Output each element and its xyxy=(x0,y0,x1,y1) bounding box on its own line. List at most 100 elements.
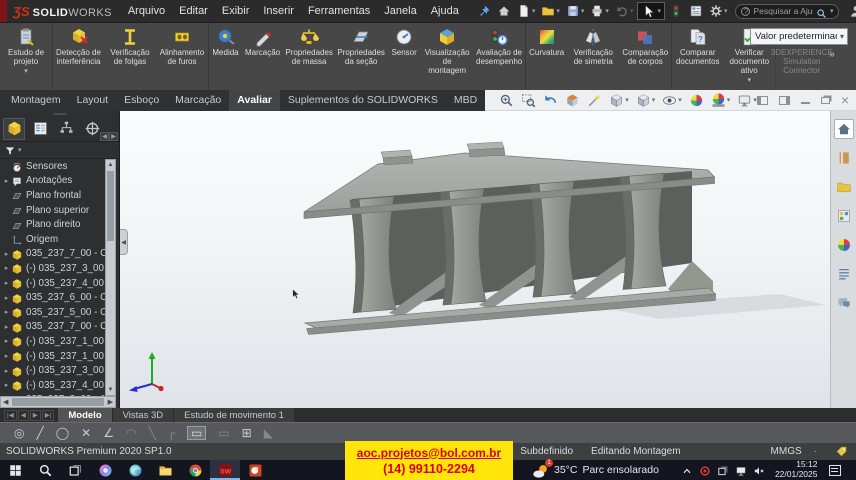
menu-item[interactable]: Arquivo xyxy=(122,3,171,19)
ribbon-button[interactable]: Estudo de projeto xyxy=(0,23,52,89)
taskbar-app-button[interactable] xyxy=(210,460,240,480)
graphics-viewport[interactable] xyxy=(120,111,856,408)
tree-item[interactable]: (-) 035_237_3_00 - Ch xyxy=(0,261,105,276)
tree-item[interactable]: (-) 035_237_3_00 - Ch xyxy=(0,363,105,378)
ribbon-button[interactable]: Marcação xyxy=(242,23,283,89)
tree-item[interactable]: Plano direito xyxy=(0,217,105,232)
command-tab[interactable]: Marcação xyxy=(167,90,229,111)
expand-arrow-icon[interactable] xyxy=(2,177,11,185)
tab-nav-arrow[interactable]: ◀ xyxy=(18,410,29,421)
command-tab[interactable]: Esboço xyxy=(116,90,167,111)
expand-arrow-icon[interactable] xyxy=(2,367,11,375)
ribbon-button[interactable]: Visualização de montagem xyxy=(421,23,473,89)
menu-item[interactable]: Janela xyxy=(378,3,422,19)
command-tab[interactable]: Avaliar xyxy=(229,90,280,111)
heads-up-tool[interactable] xyxy=(711,93,731,108)
tree-item[interactable]: 035_237_7_00 - Chap xyxy=(0,320,105,335)
expand-arrow-icon[interactable] xyxy=(2,308,11,316)
quick-toolbar-button[interactable] xyxy=(637,2,665,20)
task-pane-tab[interactable] xyxy=(834,206,854,226)
menu-item[interactable]: Ferramentas xyxy=(302,3,376,19)
tray-icon[interactable] xyxy=(717,464,729,476)
sketch-tool-icon[interactable]: ◎ xyxy=(14,427,24,439)
ribbon-button[interactable]: Propriedades da seção xyxy=(335,23,387,89)
tree-item[interactable]: 035_237_6_00 - Chap xyxy=(0,290,105,305)
arrow-right-icon[interactable]: ▶ xyxy=(109,132,118,141)
sketch-tool-icon[interactable]: ┌ xyxy=(168,427,175,439)
ribbon-button[interactable]: Sensor xyxy=(387,23,421,89)
arrow-left-icon[interactable]: ◀ xyxy=(100,132,109,141)
sketch-tool-icon[interactable]: ╱ xyxy=(36,427,43,439)
tray-icon[interactable] xyxy=(753,464,765,476)
tree-item[interactable]: Anotações xyxy=(0,174,105,189)
sketch-tool-icon[interactable]: ◣ xyxy=(264,427,273,439)
heads-up-tool[interactable] xyxy=(689,93,704,108)
taskbar-app-button[interactable] xyxy=(240,460,270,480)
document-tab[interactable]: Estudo de movimento 1 xyxy=(174,408,295,422)
tree-item[interactable]: 035_237_7_00 - Chap xyxy=(0,247,105,262)
tree-item[interactable]: (-) 035_237_4_00 - Ch xyxy=(0,276,105,291)
feature-manager-tab[interactable] xyxy=(3,118,25,140)
task-pane-tab[interactable] xyxy=(834,264,854,284)
ribbon-button[interactable]: Detecção de interferência xyxy=(52,23,104,89)
expand-arrow-icon[interactable] xyxy=(2,250,11,258)
task-pane-tab[interactable] xyxy=(834,293,854,313)
ribbon-button[interactable]: Comparar documentos xyxy=(671,23,723,89)
model-3d[interactable] xyxy=(120,111,832,408)
sketch-tool-icon[interactable]: ◯ xyxy=(56,427,69,439)
document-window-button[interactable] xyxy=(757,96,768,105)
tree-horizontal-scrollbar[interactable]: ◀ ▶ xyxy=(0,396,116,408)
heads-up-tool[interactable] xyxy=(662,93,682,108)
command-tab[interactable]: MBD xyxy=(446,90,485,111)
heads-up-tool[interactable] xyxy=(587,93,602,108)
heads-up-tool[interactable] xyxy=(543,93,558,108)
feature-manager-tab[interactable] xyxy=(29,118,51,140)
document-window-button[interactable]: × xyxy=(841,95,849,106)
quick-toolbar-button[interactable] xyxy=(687,3,705,19)
quick-toolbar-button[interactable] xyxy=(515,3,538,19)
tree-item[interactable]: (-) 035_237_1_00 - Ar xyxy=(0,349,105,364)
menu-item[interactable]: Editar xyxy=(173,3,214,19)
tree-filter-bar[interactable]: ▾ xyxy=(0,142,119,159)
task-pane-tab[interactable] xyxy=(834,235,854,255)
command-tab[interactable]: Suplementos do SOLIDWORKS xyxy=(280,90,446,111)
ribbon-button[interactable]: Verificação de folgas xyxy=(104,23,156,89)
tree-item[interactable]: Sensores xyxy=(0,159,105,174)
scroll-down-arrow[interactable]: ▼ xyxy=(106,385,115,395)
ribbon-button[interactable]: Alinhamento de furos xyxy=(156,23,208,89)
sketch-tool-icon[interactable]: ∠ xyxy=(103,427,114,439)
expand-arrow-icon[interactable] xyxy=(2,279,11,287)
weather-widget[interactable]: 1 35°C Parc ensolarado xyxy=(532,463,659,478)
units-selector[interactable]: MMGS xyxy=(771,446,802,457)
ribbon-button[interactable]: Propriedades de massa xyxy=(283,23,335,89)
tree-item[interactable]: (-) 035_237_4_00 - Ch xyxy=(0,378,105,393)
help-search-box[interactable]: ? Pesquisar a Ajuda d ▾ xyxy=(735,4,839,19)
tab-scroll-arrows[interactable]: ◀▶ xyxy=(100,132,118,141)
tree-item[interactable]: Plano superior xyxy=(0,203,105,218)
expand-arrow-icon[interactable] xyxy=(2,294,11,302)
menu-item[interactable]: Inserir xyxy=(257,3,300,19)
scrollbar-thumb[interactable] xyxy=(12,398,103,406)
tab-nav-arrow[interactable]: |◀ xyxy=(4,410,17,421)
scrollbar-thumb[interactable] xyxy=(107,171,114,241)
quick-toolbar-button[interactable] xyxy=(667,3,685,19)
ribbon-button[interactable]: Curvatura xyxy=(525,23,567,89)
heads-up-tool[interactable] xyxy=(636,93,656,108)
scroll-left-arrow[interactable]: ◀ xyxy=(1,398,10,406)
document-window-button[interactable] xyxy=(801,102,810,104)
quick-toolbar-button[interactable] xyxy=(564,3,587,19)
command-tab[interactable]: Montagem xyxy=(3,90,69,111)
tray-icon[interactable] xyxy=(699,464,711,476)
tree-item[interactable]: 035_237_5_00 - Chap xyxy=(0,305,105,320)
tree-item[interactable]: Plano frontal xyxy=(0,188,105,203)
tag-icon[interactable] xyxy=(835,445,848,458)
ribbon-button[interactable]: Comparação de corpos xyxy=(619,23,671,89)
tree-vertical-scrollbar[interactable]: ▲ ▼ xyxy=(105,159,116,396)
action-center-icon[interactable] xyxy=(829,465,841,476)
task-pane-tab[interactable] xyxy=(834,148,854,168)
ribbon-button[interactable]: Medida xyxy=(208,23,242,89)
quick-toolbar-button[interactable] xyxy=(588,3,611,19)
search-dropdown-caret[interactable]: ▾ xyxy=(830,7,834,15)
taskbar-app-button[interactable] xyxy=(0,460,30,480)
task-pane-tab[interactable] xyxy=(834,177,854,197)
